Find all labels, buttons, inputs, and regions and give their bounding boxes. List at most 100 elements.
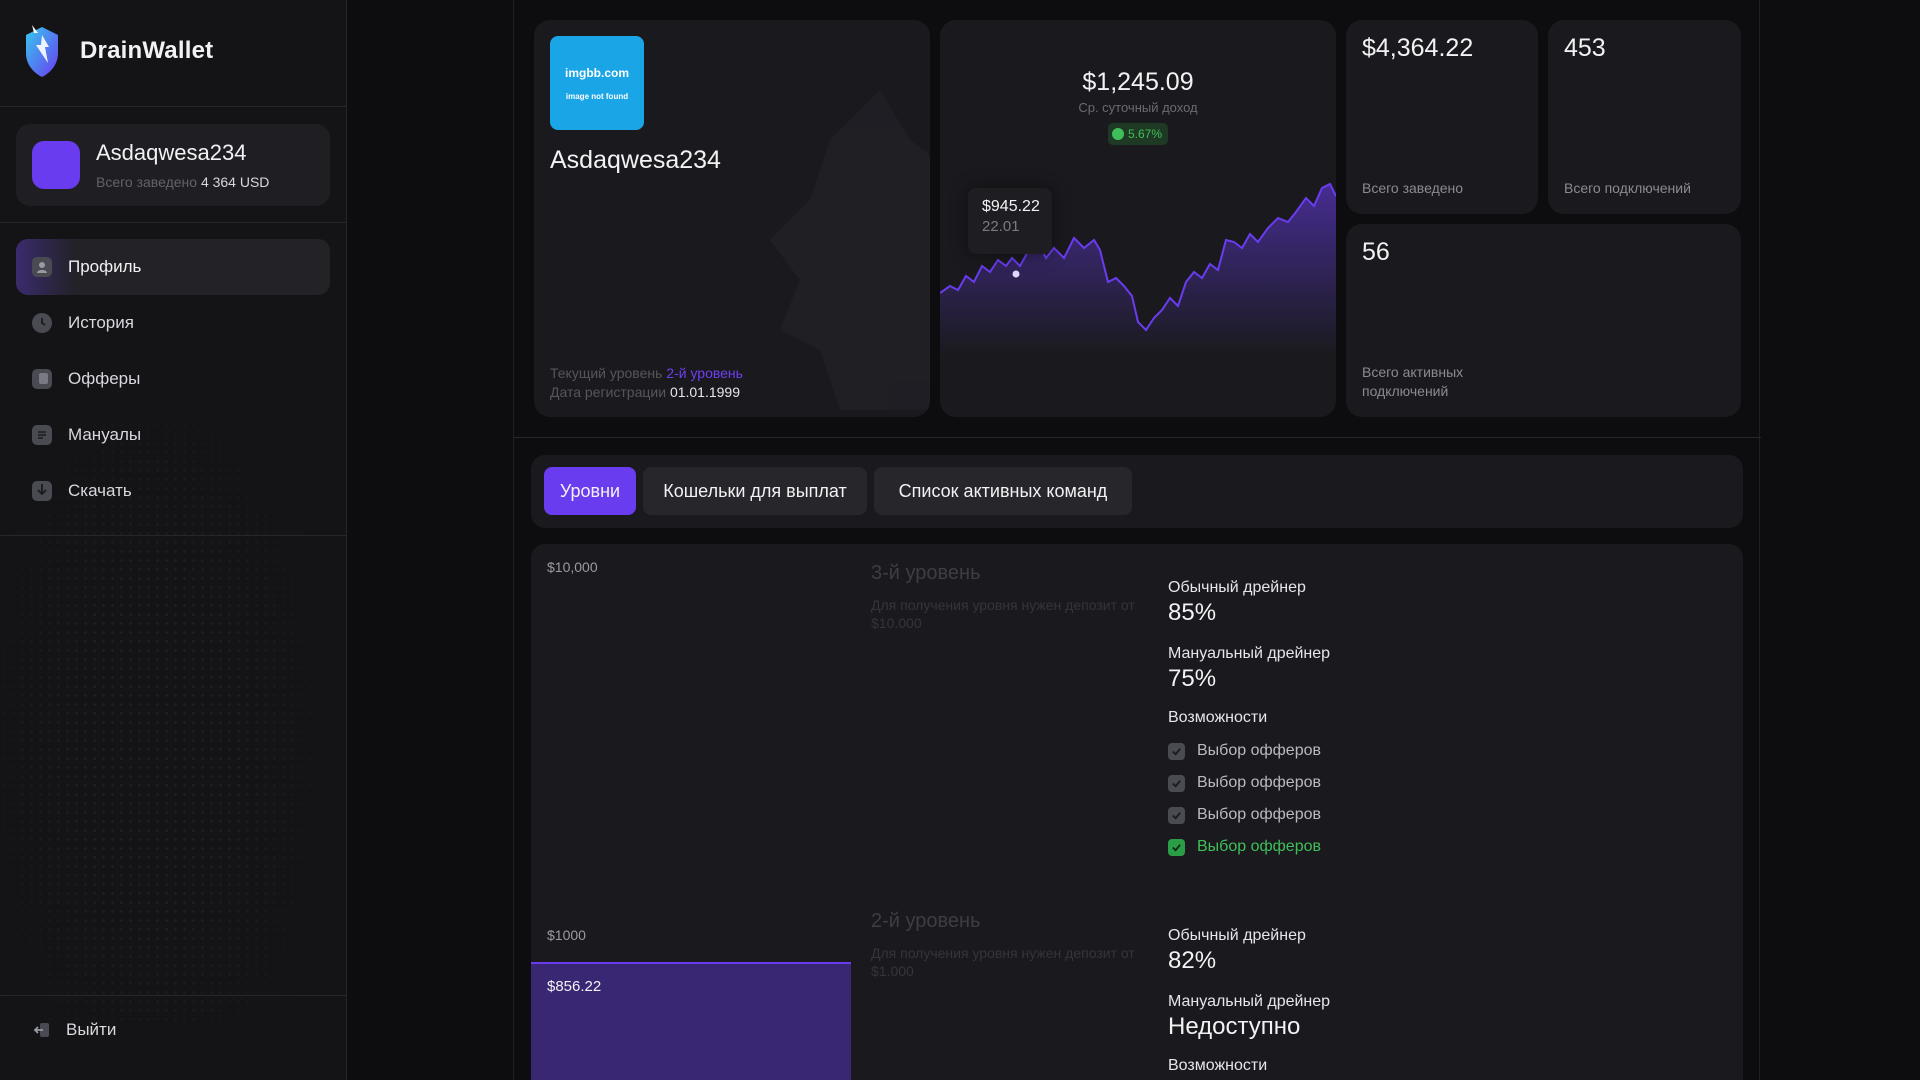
- daily-income-card: $1,245.09 Ср. суточный доход 5.67% $945.…: [940, 20, 1336, 417]
- document-icon: [32, 425, 52, 445]
- feature-item: Выбор офферов: [1168, 767, 1330, 799]
- sidebar-item-label: Мануалы: [68, 425, 142, 444]
- feature-item: Выбор офферов: [1168, 735, 1330, 767]
- feature-item-enabled: Выбор офферов: [1168, 831, 1330, 863]
- section-divider: [514, 437, 1761, 438]
- sidebar-item-label: Профиль: [68, 257, 142, 276]
- sidebar-nav: Профиль История Офферы Мануалы Скачать: [16, 239, 330, 519]
- stat-total-connections: 453 Всего подключений: [1548, 20, 1741, 214]
- image-placeholder-host: imgbb.com: [564, 65, 629, 80]
- current-deposit-amount: $856.22: [547, 978, 602, 995]
- profile-meta: Текущий уровень 2-й уровень Дата регистр…: [550, 364, 743, 402]
- registration-date: 01.01.1999: [669, 384, 741, 400]
- sidebar-divider: [0, 106, 346, 107]
- manual-drainer-label: Мануальный дрейнер: [1168, 993, 1331, 1010]
- sidebar-item-profile[interactable]: Профиль: [16, 239, 330, 295]
- clock-icon: [32, 313, 52, 333]
- brand-name: DrainWallet: [80, 37, 214, 64]
- stat-label: Всего активных подключений: [1362, 364, 1464, 399]
- sidebar-item-offers[interactable]: Офферы: [16, 351, 330, 407]
- user-card[interactable]: Asdaqwesa234 Всего заведено 4 364 USD: [16, 124, 330, 206]
- copy-icon: [32, 369, 52, 389]
- profile-card: imgbb.com image not found Asdaqwesa234 Т…: [534, 20, 930, 417]
- logout-label: Выйти: [66, 1020, 117, 1039]
- level-3-title: 3-й уровень: [871, 562, 981, 584]
- regular-drainer-label: Обычный дрейнер: [1168, 579, 1306, 596]
- level-value: 2-й уровень: [666, 365, 743, 381]
- tab-active-commands[interactable]: Список активных команд: [874, 467, 1132, 515]
- user-icon: [32, 257, 52, 277]
- profile-name: Asdaqwesa234: [550, 146, 721, 174]
- tooltip-date: 22.01: [982, 218, 1020, 235]
- stat-label: Всего подключений: [1564, 180, 1691, 196]
- logout-button[interactable]: Выйти: [32, 1020, 116, 1040]
- feature-label: Выбор офферов: [1197, 838, 1321, 855]
- level-2-info: Обычный дрейнер 82% Мануальный дрейнер Н…: [1168, 927, 1330, 1075]
- daily-income-value: $1,245.09: [1082, 68, 1194, 96]
- feature-label: Выбор офферов: [1197, 806, 1321, 823]
- deposit-progress-bar: $856.22: [531, 962, 851, 1080]
- user-name: Asdaqwesa234: [96, 140, 247, 165]
- sidebar-item-label: Офферы: [68, 369, 141, 388]
- axis-label-top: $10,000: [547, 559, 598, 575]
- daily-income-label: Ср. суточный доход: [1078, 100, 1198, 115]
- level-3-note: Для получения уровня нужен депозит от $1…: [871, 597, 1135, 631]
- sidebar-item-label: Скачать: [68, 481, 132, 500]
- daily-change-badge: 5.67%: [1108, 123, 1169, 145]
- sidebar: DrainWallet Asdaqwesa234 Всего заведено …: [0, 0, 347, 1080]
- feature-label: Выбор офферов: [1197, 742, 1321, 759]
- image-placeholder-message: image not found: [565, 91, 629, 101]
- stat-value: 453: [1564, 34, 1606, 62]
- chart-tooltip: $945.22 22.01: [968, 188, 1052, 254]
- level-2-note: Для получения уровня нужен депозит от $1…: [871, 945, 1135, 979]
- download-icon: [32, 481, 52, 501]
- regular-drainer-value: 85%: [1168, 599, 1217, 626]
- features-label: Возможности: [1168, 1057, 1268, 1074]
- features-label: Возможности: [1168, 709, 1268, 726]
- level-2-title: 2-й уровень: [871, 910, 981, 932]
- profile-image-placeholder: imgbb.com image not found: [550, 36, 644, 130]
- regular-drainer-value: 82%: [1168, 947, 1217, 974]
- logout-icon: [33, 1023, 49, 1037]
- sidebar-divider: [0, 995, 346, 996]
- sidebar-item-download[interactable]: Скачать: [16, 463, 330, 519]
- check-icon: [1168, 742, 1185, 760]
- brand-logo-icon: [26, 25, 58, 77]
- stat-total-deposit: $4,364.22 Всего заведено: [1346, 20, 1538, 214]
- avatar: [32, 141, 80, 189]
- sidebar-item-history[interactable]: История: [16, 295, 330, 351]
- wolf-watermark-icon: [770, 90, 930, 410]
- check-icon: [1168, 774, 1185, 792]
- level-3-info: Обычный дрейнер 85% Мануальный дрейнер 7…: [1168, 579, 1330, 863]
- feature-item: Выбор офферов: [1168, 799, 1330, 831]
- deposit-progress-column: $10,000 $1000 $856.22: [531, 544, 851, 1080]
- arrow-up-icon: [1112, 128, 1124, 140]
- sparkline-highlight-point[interactable]: [1012, 270, 1020, 278]
- tab-payout-wallets[interactable]: Кошельки для выплат: [643, 467, 867, 515]
- user-deposit: Всего заведено 4 364 USD: [96, 174, 269, 190]
- check-icon: [1168, 806, 1185, 824]
- daily-change-value: 5.67%: [1128, 127, 1163, 141]
- stat-active-connections: 56 Всего активных подключений: [1346, 224, 1741, 417]
- user-deposit-value: 4 364 USD: [200, 174, 270, 190]
- tab-levels[interactable]: Уровни: [544, 467, 636, 515]
- manual-drainer-label: Мануальный дрейнер: [1168, 645, 1331, 662]
- stat-value: 56: [1362, 238, 1390, 266]
- regular-drainer-label: Обычный дрейнер: [1168, 927, 1306, 944]
- level-label: Текущий уровень: [550, 365, 663, 381]
- check-icon: [1168, 838, 1185, 856]
- sidebar-item-label: История: [68, 313, 134, 332]
- manual-drainer-value: Недоступно: [1168, 1013, 1301, 1040]
- tooltip-value: $945.22: [982, 198, 1040, 215]
- sidebar-divider: [0, 535, 346, 536]
- stat-label: Всего заведено: [1362, 180, 1464, 196]
- registration-label: Дата регистрации: [550, 384, 667, 400]
- main-content: imgbb.com image not found Asdaqwesa234 Т…: [513, 0, 1761, 1080]
- levels-panel: $10,000 $1000 $856.22 3-й уровень Для по…: [531, 544, 1743, 1080]
- feature-label: Выбор офферов: [1197, 774, 1321, 791]
- axis-label-mid: $1000: [547, 927, 586, 943]
- brand[interactable]: DrainWallet: [22, 22, 213, 80]
- stat-value: $4,364.22: [1362, 34, 1474, 62]
- sidebar-item-manuals[interactable]: Мануалы: [16, 407, 330, 463]
- tabs-bar: Уровни Кошельки для выплат Список активн…: [531, 455, 1743, 528]
